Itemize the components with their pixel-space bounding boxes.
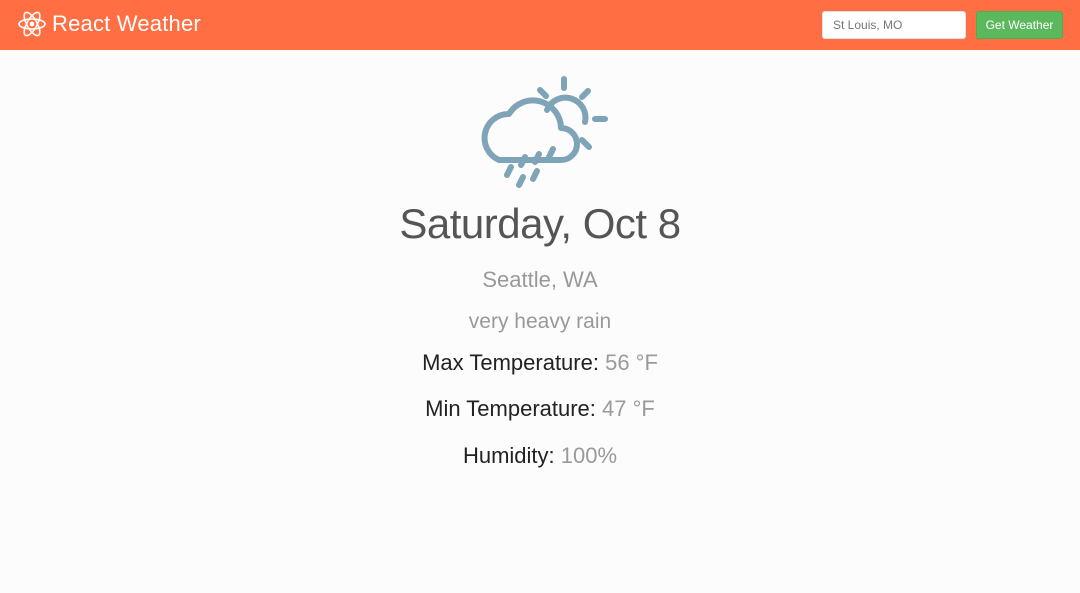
min-temperature-row: Min Temperature: 47 °F [0, 395, 1080, 423]
humidity-row: Humidity: 100% [0, 442, 1080, 470]
max-temperature-value: 56 °F [605, 350, 658, 375]
brand-title: React Weather [52, 11, 201, 36]
forecast-detail: Saturday, Oct 8 Seattle, WA very heavy r… [0, 50, 1080, 593]
react-atom-icon [17, 9, 47, 39]
humidity-value: 100% [560, 443, 618, 468]
brand-link[interactable]: React Weather [17, 9, 201, 39]
max-temperature-label: Max Temperature: [422, 350, 606, 375]
humidity-label: Humidity: [462, 443, 561, 468]
rain-cloud-sun-icon [465, 74, 615, 189]
weather-description: very heavy rain [468, 310, 612, 333]
get-weather-button[interactable]: Get Weather [976, 11, 1063, 39]
min-temperature-label: Min Temperature: [425, 396, 603, 421]
min-temperature-value: 47 °F [602, 396, 655, 421]
city-name: Seattle, WA [482, 267, 598, 292]
navbar: React Weather Get Weather [0, 0, 1080, 50]
forecast-date: Saturday, Oct 8 [399, 200, 681, 247]
max-temperature-row: Max Temperature: 56 °F [0, 349, 1080, 377]
city-search-input[interactable] [822, 11, 966, 39]
